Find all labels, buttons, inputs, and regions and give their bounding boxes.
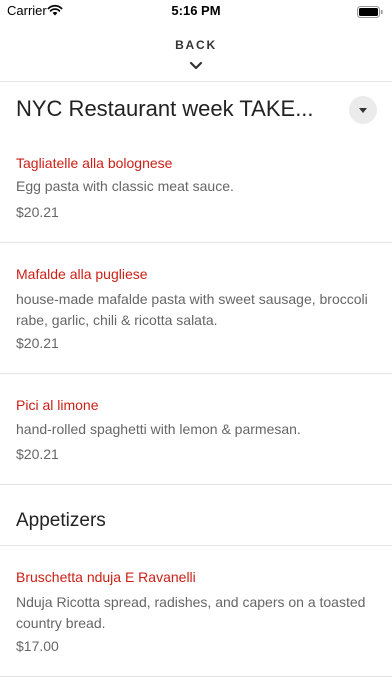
menu-item[interactable]: Pici al limone hand-rolled spaghetti wit… — [0, 384, 392, 484]
item-name: Tagliatelle alla bolognese — [16, 155, 173, 171]
item-price: $20.21 — [16, 446, 59, 462]
divider — [0, 484, 392, 485]
menu-title: NYC Restaurant week TAKE... — [16, 96, 314, 121]
divider — [0, 545, 392, 546]
divider — [0, 373, 392, 374]
item-name: Pici al limone — [16, 397, 99, 413]
back-button[interactable]: BACK — [0, 30, 392, 72]
item-name: Mafalde alla pugliese — [16, 266, 148, 282]
item-description: house-made mafalde pasta with sweet saus… — [16, 291, 368, 328]
clock: 5:16 PM — [171, 3, 221, 18]
back-label: BACK — [175, 38, 217, 52]
status-bar: Carrier 5:16 PM — [0, 0, 392, 22]
caret-down-icon — [359, 101, 367, 119]
chevron-down-icon — [189, 57, 203, 75]
divider — [0, 242, 392, 243]
item-price: $20.21 — [16, 335, 59, 351]
divider — [0, 676, 392, 677]
item-description: Nduja Ricotta spread, radishes, and cape… — [16, 594, 366, 631]
menu-item[interactable]: Mafalde alla pugliese house-made mafalde… — [0, 253, 392, 373]
item-description: hand-rolled spaghetti with lemon & parme… — [16, 421, 301, 437]
item-price: $20.21 — [16, 204, 59, 220]
item-description: Egg pasta with classic meat sauce. — [16, 178, 234, 194]
divider — [0, 81, 392, 82]
menu-item[interactable]: Tagliatelle alla bolognese Egg pasta wit… — [0, 142, 392, 242]
item-name: Bruschetta nduja E Ravanelli — [16, 569, 196, 585]
menu-dropdown-button[interactable] — [349, 96, 377, 124]
item-price: $17.00 — [16, 638, 59, 654]
section-heading: Appetizers — [16, 510, 106, 531]
menu-item[interactable]: Bruschetta nduja E Ravanelli Nduja Ricot… — [0, 556, 392, 676]
battery-icon — [357, 5, 384, 18]
